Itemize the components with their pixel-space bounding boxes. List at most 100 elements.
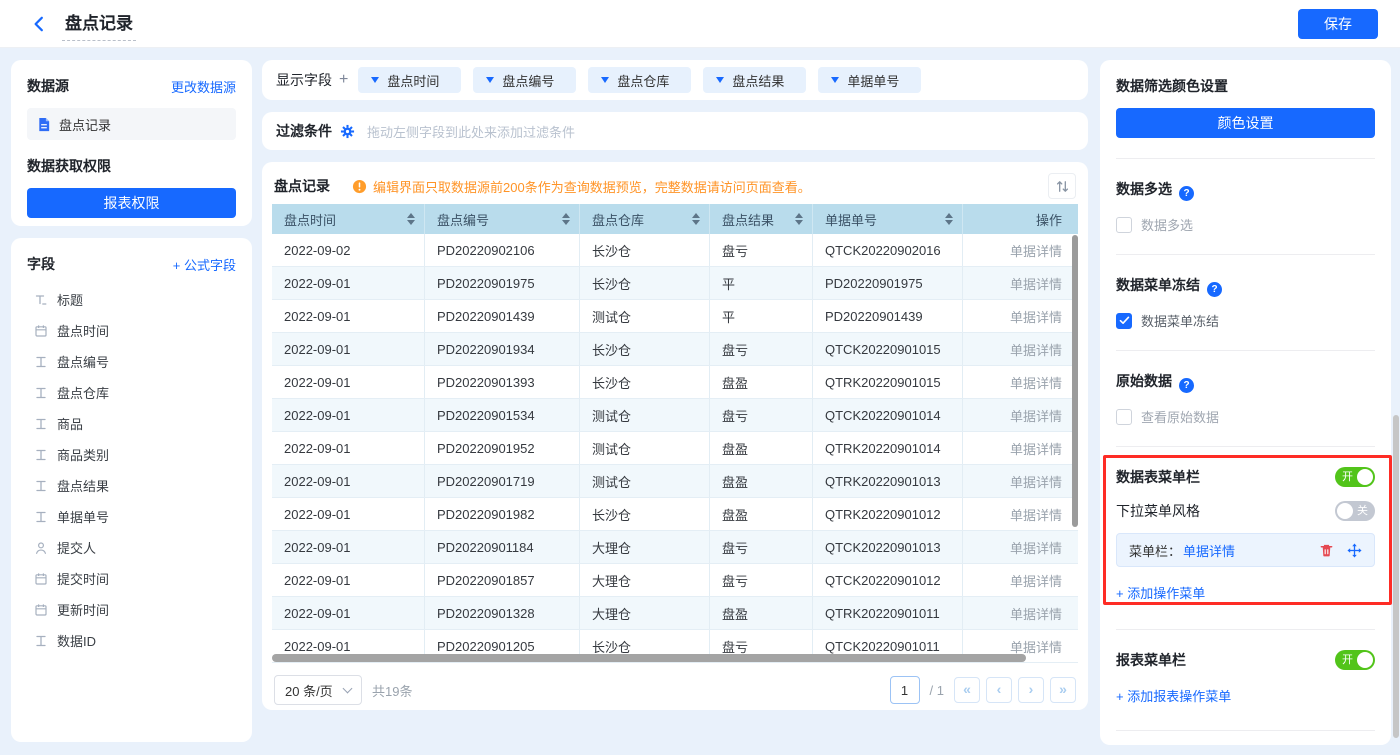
multi-select-checkbox[interactable]: 数据多选	[1116, 215, 1375, 234]
sort-carets-icon[interactable]	[945, 213, 953, 225]
checkbox-unchecked-icon	[1116, 217, 1132, 233]
report-permission-button[interactable]: 报表权限	[27, 188, 236, 218]
display-field-chip[interactable]: 盘点结果	[703, 67, 806, 93]
table-horizontal-scrollbar[interactable]	[272, 654, 1026, 662]
row-action-link[interactable]: 单据详情	[963, 267, 1078, 299]
page-input[interactable]: 1	[890, 676, 920, 704]
field-item[interactable]: 更新时间	[27, 594, 236, 625]
row-action-link[interactable]: 单据详情	[963, 465, 1078, 497]
row-action-link[interactable]: 单据详情	[963, 366, 1078, 398]
dropdown-style-toggle[interactable]: 关	[1335, 501, 1375, 521]
field-item[interactable]: 盘点仓库	[27, 377, 236, 408]
field-item[interactable]: 数据ID	[27, 625, 236, 656]
help-icon[interactable]	[1179, 186, 1194, 201]
field-item[interactable]: 商品	[27, 408, 236, 439]
row-action-link[interactable]: 单据详情	[963, 399, 1078, 431]
sort-carets-icon[interactable]	[562, 213, 570, 225]
menu-item[interactable]: 菜单栏： 单据详情	[1116, 533, 1375, 567]
table-cell: 测试仓	[580, 300, 710, 332]
color-settings-button[interactable]: 颜色设置	[1116, 108, 1375, 138]
row-action-link[interactable]: 单据详情	[963, 300, 1078, 332]
filter-dropzone-placeholder[interactable]: 拖动左侧字段到此处来添加过滤条件	[367, 122, 575, 141]
next-page-button[interactable]: ›	[1018, 677, 1044, 703]
table-cell: 2022-09-01	[272, 366, 425, 398]
row-action-link[interactable]: 单据详情	[963, 498, 1078, 530]
add-report-action-menu-link[interactable]: + 添加报表操作菜单	[1116, 686, 1231, 705]
field-item[interactable]: 提交时间	[27, 563, 236, 594]
table-cell: 测试仓	[580, 399, 710, 431]
gear-icon[interactable]	[340, 124, 355, 139]
table-cell: 盘亏	[710, 564, 813, 596]
trash-icon[interactable]	[1319, 543, 1334, 558]
divider	[1116, 350, 1375, 351]
table-cell: 2022-09-01	[272, 498, 425, 530]
raw-data-checkbox[interactable]: 查看原始数据	[1116, 407, 1375, 426]
column-header[interactable]: 盘点结果	[710, 204, 813, 234]
table-cell: 平	[710, 300, 813, 332]
datasource-item[interactable]: 盘点记录	[27, 108, 236, 140]
help-icon[interactable]	[1179, 378, 1194, 393]
report-menu-title: 报表菜单栏	[1116, 650, 1186, 670]
menu-freeze-title: 数据菜单冻结	[1116, 275, 1375, 297]
field-item-label: 提交时间	[57, 569, 109, 588]
column-header[interactable]: 盘点编号	[425, 204, 580, 234]
display-field-chip[interactable]: 盘点仓库	[588, 67, 691, 93]
table-cell: QTRK20220901011	[813, 597, 963, 629]
sort-carets-icon[interactable]	[795, 213, 803, 225]
table-sort-button[interactable]	[1048, 173, 1076, 199]
last-page-button[interactable]: »	[1050, 677, 1076, 703]
row-action-link[interactable]: 单据详情	[963, 432, 1078, 464]
field-item[interactable]: 盘点编号	[27, 346, 236, 377]
chevron-left-icon	[30, 15, 48, 33]
divider	[1116, 730, 1375, 731]
field-item[interactable]: 单据单号	[27, 501, 236, 532]
first-page-button[interactable]: «	[954, 677, 980, 703]
column-header[interactable]: 单据单号	[813, 204, 963, 234]
table-menu-toggle[interactable]: 开	[1335, 467, 1375, 487]
display-field-chip[interactable]: 单据单号	[818, 67, 921, 93]
text-field-icon	[34, 417, 48, 431]
display-field-chip[interactable]: 盘点编号	[473, 67, 576, 93]
table-row: 2022-09-01PD20220901184大理仓盘亏QTCK20220901…	[272, 531, 1078, 564]
user-field-icon	[34, 541, 48, 555]
row-action-link[interactable]: 单据详情	[963, 597, 1078, 629]
field-item[interactable]: 盘点时间	[27, 315, 236, 346]
add-action-menu-link[interactable]: + 添加操作菜单	[1116, 583, 1205, 602]
back-button[interactable]	[26, 11, 52, 37]
field-item[interactable]: 标题	[27, 284, 236, 315]
help-icon[interactable]	[1207, 282, 1222, 297]
table-cell: 2022-09-01	[272, 432, 425, 464]
add-formula-field-link[interactable]: + 公式字段	[173, 255, 236, 274]
row-action-link[interactable]: 单据详情	[963, 234, 1078, 266]
page-scrollbar-thumb[interactable]	[1393, 415, 1399, 738]
report-menu-toggle[interactable]: 开	[1335, 650, 1375, 670]
column-header-label: 单据单号	[825, 210, 877, 229]
prev-page-button[interactable]: ‹	[986, 677, 1012, 703]
sort-carets-icon[interactable]	[407, 213, 415, 225]
save-button[interactable]: 保存	[1298, 9, 1378, 39]
field-item[interactable]: 商品类别	[27, 439, 236, 470]
row-action-link[interactable]: 单据详情	[963, 531, 1078, 563]
text-field-icon	[34, 448, 48, 462]
column-header[interactable]: 盘点时间	[272, 204, 425, 234]
column-header[interactable]: 操作	[963, 204, 1078, 234]
table-row: 2022-09-02PD20220902106长沙仓盘亏QTCK20220902…	[272, 234, 1078, 267]
column-header[interactable]: 盘点仓库	[580, 204, 710, 234]
change-datasource-link[interactable]: 更改数据源	[171, 77, 236, 96]
display-field-chip[interactable]: 盘点时间	[358, 67, 461, 93]
row-action-link[interactable]: 单据详情	[963, 333, 1078, 365]
table-header: 盘点时间盘点编号盘点仓库盘点结果单据单号 操作	[272, 204, 1078, 234]
sort-arrows-icon	[1055, 179, 1070, 194]
page-size-select[interactable]: 20 条/页	[274, 675, 362, 705]
table-cell: 盘亏	[710, 333, 813, 365]
field-item[interactable]: 提交人	[27, 532, 236, 563]
menu-freeze-checkbox[interactable]: 数据菜单冻结	[1116, 311, 1375, 330]
field-item[interactable]: 盘点结果	[27, 470, 236, 501]
table-vertical-scrollbar[interactable]	[1072, 235, 1078, 527]
move-icon[interactable]	[1347, 543, 1362, 558]
row-action-link[interactable]: 单据详情	[963, 564, 1078, 596]
chevron-down-icon	[831, 77, 839, 83]
sort-carets-icon[interactable]	[692, 213, 700, 225]
add-display-field-button[interactable]: +	[339, 71, 348, 89]
content: 数据源 更改数据源 盘点记录 数据获取权限 报表权限 字段 + 公式字段 标题盘…	[0, 48, 1400, 755]
